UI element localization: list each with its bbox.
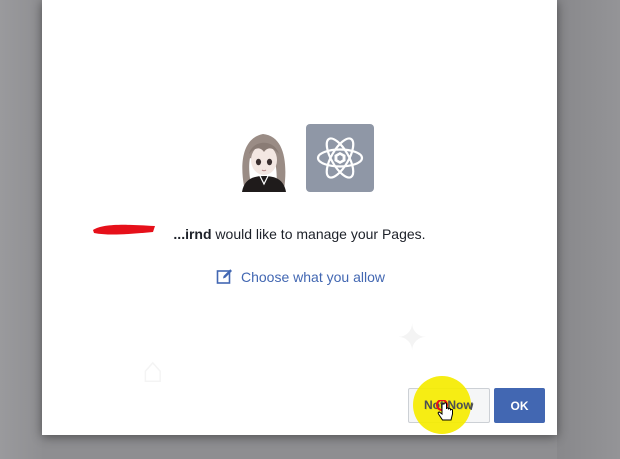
user-avatar-icon bbox=[230, 124, 296, 192]
ok-label: OK bbox=[510, 398, 529, 413]
permission-message: ...irnd would like to manage your Pages. bbox=[42, 224, 557, 242]
message-text: would like to manage your Pages. bbox=[211, 226, 426, 242]
permission-dialog: ⌂ ✦ ...irnd would like to manage your Pa… bbox=[42, 0, 557, 435]
background-decoration: ⌂ bbox=[142, 349, 164, 390]
app-icon-tile bbox=[306, 124, 374, 192]
choose-permissions-label: Choose what you allow bbox=[241, 268, 385, 285]
app-name-text: ...irnd bbox=[173, 226, 212, 242]
avatar bbox=[230, 124, 296, 192]
ok-button[interactable]: OK bbox=[494, 388, 545, 423]
avatar-group bbox=[230, 124, 374, 192]
not-now-button[interactable]: Not Now bbox=[408, 388, 490, 423]
redaction-mark bbox=[93, 224, 156, 235]
backdrop-left bbox=[0, 0, 42, 459]
not-now-label: Not Now bbox=[424, 398, 474, 413]
atom-app-icon bbox=[316, 137, 364, 179]
app-name: ...irnd bbox=[93, 224, 212, 242]
edit-square-icon bbox=[216, 269, 232, 284]
backdrop-right bbox=[557, 0, 620, 459]
choose-permissions-link[interactable]: Choose what you allow bbox=[216, 268, 385, 285]
background-decoration: ✦ bbox=[397, 317, 428, 358]
